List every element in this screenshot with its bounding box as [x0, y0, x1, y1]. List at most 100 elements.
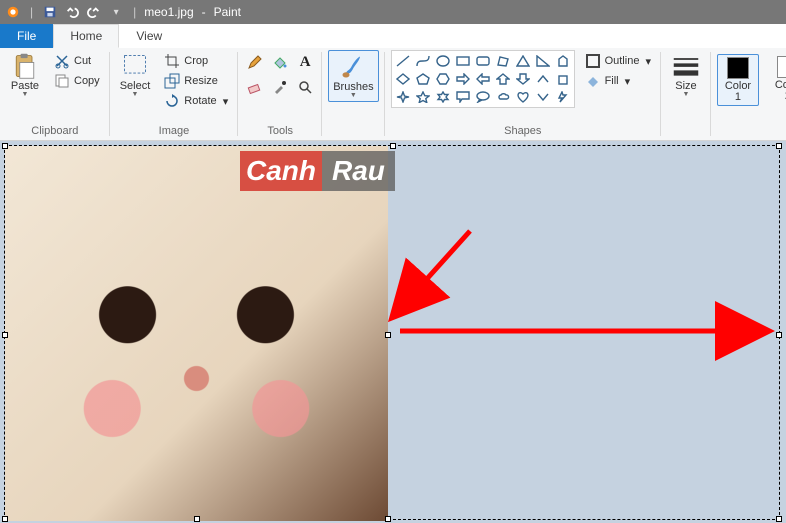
fill-tool[interactable]	[269, 54, 291, 70]
handle-img-e[interactable]	[385, 332, 391, 338]
cut-button[interactable]: Cut	[50, 52, 104, 70]
qat-customize-icon[interactable]: ▾	[107, 3, 125, 21]
shape-line[interactable]	[394, 53, 412, 69]
group-brushes: Brushes ▼	[322, 48, 384, 140]
shape-pentagon[interactable]	[414, 71, 432, 87]
group-shapes: Outline ▾ Fill ▾ Shapes	[385, 48, 661, 140]
paste-button[interactable]: Paste ▼	[6, 50, 44, 100]
shape-arrow-down[interactable]	[514, 71, 532, 87]
shape-round-rect[interactable]	[474, 53, 492, 69]
shape-hexagon[interactable]	[434, 71, 452, 87]
save-icon[interactable]	[41, 3, 59, 21]
tab-home-label: Home	[70, 29, 102, 43]
shape-lightning[interactable]	[554, 89, 572, 105]
shape-arrow-up[interactable]	[494, 71, 512, 87]
copy-button[interactable]: Copy	[50, 72, 104, 90]
shape-outline-button[interactable]: Outline ▾	[581, 52, 655, 70]
handle-e[interactable]	[776, 332, 782, 338]
group-image: Select ▼ Crop Resize Rotate ▾ Image	[110, 48, 239, 140]
canvas-area[interactable]: Canh Rau	[0, 141, 786, 523]
tab-view[interactable]: View	[119, 24, 179, 48]
shape-arrow-right[interactable]	[454, 71, 472, 87]
watermark: Canh Rau	[228, 145, 407, 197]
shape-callout-cloud[interactable]	[494, 89, 512, 105]
size-dropdown-icon: ▼	[683, 92, 690, 98]
select-button[interactable]: Select ▼	[116, 50, 155, 100]
group-brushes-label	[352, 125, 355, 137]
shapes-gallery[interactable]	[391, 50, 575, 108]
app-icon	[4, 3, 22, 21]
shape-scroll-up[interactable]	[534, 71, 552, 87]
handle-nw[interactable]	[2, 143, 8, 149]
shape-diamond[interactable]	[394, 71, 412, 87]
resize-button[interactable]: Resize	[160, 72, 232, 90]
shape-fill-button[interactable]: Fill ▾	[581, 72, 655, 90]
group-clipboard: Paste ▼ Cut Copy Clipboard	[0, 48, 110, 140]
shape-polygon[interactable]	[494, 53, 512, 69]
brushes-button[interactable]: Brushes ▼	[328, 50, 378, 102]
undo-icon[interactable]	[63, 3, 81, 21]
outline-label: Outline	[605, 55, 640, 67]
brushes-dropdown-icon: ▼	[350, 93, 357, 99]
shape-6star[interactable]	[434, 89, 452, 105]
handle-img-s[interactable]	[194, 516, 200, 522]
redo-icon[interactable]	[85, 3, 103, 21]
window-filename: meo1.jpg	[144, 5, 193, 19]
watermark-part-a: Canh	[240, 151, 322, 191]
color-picker-tool[interactable]	[269, 79, 291, 95]
magnifier-tool[interactable]	[294, 79, 316, 95]
ribbon: Paste ▼ Cut Copy Clipboard Select ▼	[0, 48, 786, 141]
shape-more-row1[interactable]	[554, 53, 572, 69]
handle-se[interactable]	[776, 516, 782, 522]
shape-right-triangle[interactable]	[534, 53, 552, 69]
canvas-selection[interactable]	[4, 145, 780, 520]
clipboard-mini: Cut Copy	[50, 50, 104, 90]
shape-curve[interactable]	[414, 53, 432, 69]
group-colors-label	[780, 125, 783, 137]
rotate-label: Rotate	[184, 95, 216, 107]
group-tools-label: Tools	[267, 125, 293, 137]
color1-label: Color 1	[725, 81, 751, 103]
handle-sw[interactable]	[2, 516, 8, 522]
shape-rect[interactable]	[454, 53, 472, 69]
shape-heart[interactable]	[514, 89, 532, 105]
shape-callout-rect[interactable]	[454, 89, 472, 105]
color2-label: Color 2	[775, 80, 786, 102]
fill-dropdown-icon: ▾	[625, 75, 631, 88]
shape-scroll-down[interactable]	[534, 89, 552, 105]
fill-label: Fill	[605, 75, 619, 87]
image-mini: Crop Resize Rotate ▾	[160, 50, 232, 110]
qat-separator-2: |	[133, 5, 136, 19]
paste-dropdown-icon: ▼	[22, 92, 29, 98]
shape-4star[interactable]	[394, 89, 412, 105]
group-shapes-label: Shapes	[504, 125, 541, 137]
group-size: Size ▼	[661, 48, 711, 140]
shape-more-row2[interactable]	[554, 71, 572, 87]
group-clipboard-label: Clipboard	[31, 125, 78, 137]
handle-w[interactable]	[2, 332, 8, 338]
shape-oval[interactable]	[434, 53, 452, 69]
handle-img-se[interactable]	[385, 516, 391, 522]
crop-button[interactable]: Crop	[160, 52, 232, 70]
color1-swatch	[727, 57, 749, 79]
group-size-label	[684, 125, 687, 137]
eraser-tool[interactable]	[244, 79, 266, 95]
copy-label: Copy	[74, 75, 100, 87]
handle-ne[interactable]	[776, 143, 782, 149]
shape-callout-oval[interactable]	[474, 89, 492, 105]
shape-5star[interactable]	[414, 89, 432, 105]
tab-home[interactable]: Home	[53, 24, 119, 48]
shape-arrow-left[interactable]	[474, 71, 492, 87]
color1-button[interactable]: Color 1	[717, 54, 759, 106]
size-button[interactable]: Size ▼	[667, 50, 705, 100]
crop-label: Crop	[184, 55, 208, 67]
pencil-tool[interactable]	[244, 54, 266, 70]
color2-button[interactable]: Color 2	[767, 54, 786, 104]
text-tool[interactable]: A	[294, 54, 316, 71]
shape-triangle[interactable]	[514, 53, 532, 69]
shapes-options: Outline ▾ Fill ▾	[581, 50, 655, 90]
watermark-part-b: Rau	[322, 151, 395, 191]
tab-file[interactable]: File	[0, 24, 53, 48]
rotate-button[interactable]: Rotate ▾	[160, 92, 232, 110]
rotate-dropdown-icon: ▾	[223, 95, 229, 108]
